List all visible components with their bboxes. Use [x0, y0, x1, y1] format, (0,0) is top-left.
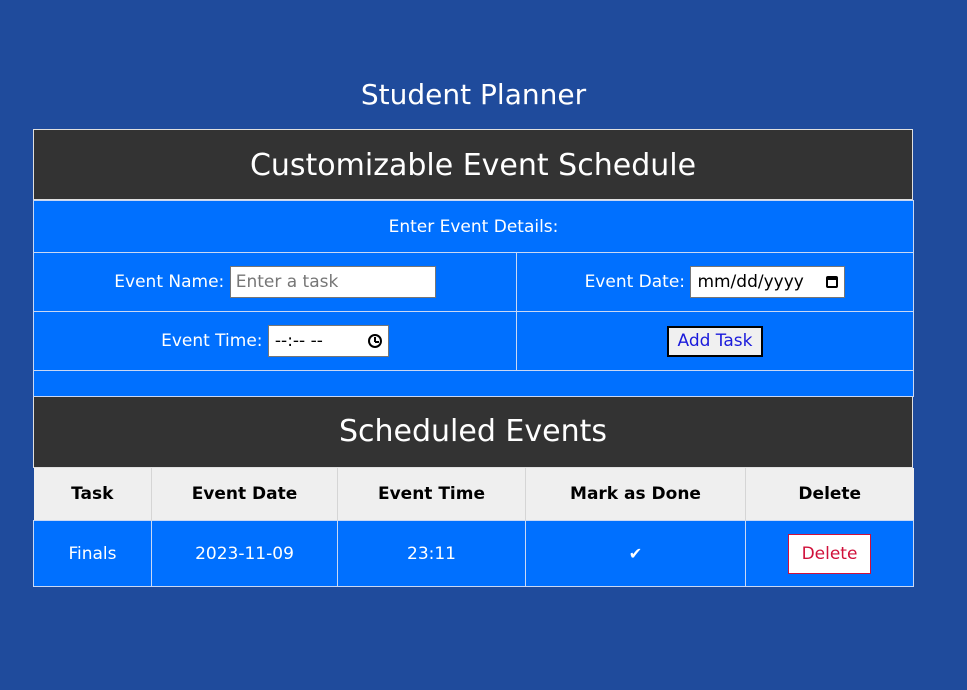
form-spacer — [33, 370, 914, 397]
clock-icon[interactable] — [367, 334, 382, 348]
events-header-row: Task Event Date Event Time Mark as Done … — [33, 468, 914, 521]
event-time-cell: Event Time: --:-- -- — [33, 311, 517, 371]
events-title: Scheduled Events — [33, 397, 913, 468]
planner-container: Customizable Event Schedule Enter Event … — [33, 129, 914, 587]
date-cell: 2023-11-09 — [151, 520, 338, 587]
event-form: Enter Event Details: Event Name: Event D… — [33, 200, 914, 397]
done-cell: ✔ — [525, 520, 746, 587]
event-name-input[interactable] — [229, 266, 436, 298]
column-header-date: Event Date — [151, 468, 338, 521]
calendar-icon[interactable] — [826, 276, 839, 288]
column-header-time: Event Time — [337, 468, 526, 521]
event-date-label: Event Date: — [584, 272, 686, 292]
column-header-task: Task — [33, 468, 152, 521]
event-date-input[interactable]: mm/dd/yyyy — [690, 266, 846, 298]
task-cell: Finals — [33, 520, 152, 587]
add-task-button[interactable]: Add Task — [667, 325, 763, 357]
event-time-value: --:-- -- — [274, 331, 323, 351]
column-header-done: Mark as Done — [525, 468, 746, 521]
delete-cell: Delete — [745, 520, 914, 587]
event-date-cell: Event Date: mm/dd/yyyy — [516, 252, 914, 312]
page-title: Student Planner — [360, 78, 587, 111]
checkmark-icon[interactable]: ✔ — [629, 544, 642, 563]
events-table: Task Event Date Event Time Mark as Done … — [33, 468, 914, 587]
event-date-value: mm/dd/yyyy — [697, 272, 804, 292]
time-cell: 23:11 — [337, 520, 526, 587]
add-task-cell: Add Task — [516, 311, 914, 371]
event-time-input[interactable]: --:-- -- — [267, 325, 389, 357]
form-instructions: Enter Event Details: — [33, 200, 914, 253]
delete-button[interactable]: Delete — [787, 533, 872, 574]
event-time-label: Event Time: — [161, 331, 263, 351]
column-header-delete: Delete — [745, 468, 914, 521]
table-row: Finals 2023-11-09 23:11 ✔ Delete — [33, 520, 914, 587]
event-name-cell: Event Name: — [33, 252, 517, 312]
event-name-label: Event Name: — [114, 272, 225, 292]
schedule-title: Customizable Event Schedule — [33, 129, 913, 200]
